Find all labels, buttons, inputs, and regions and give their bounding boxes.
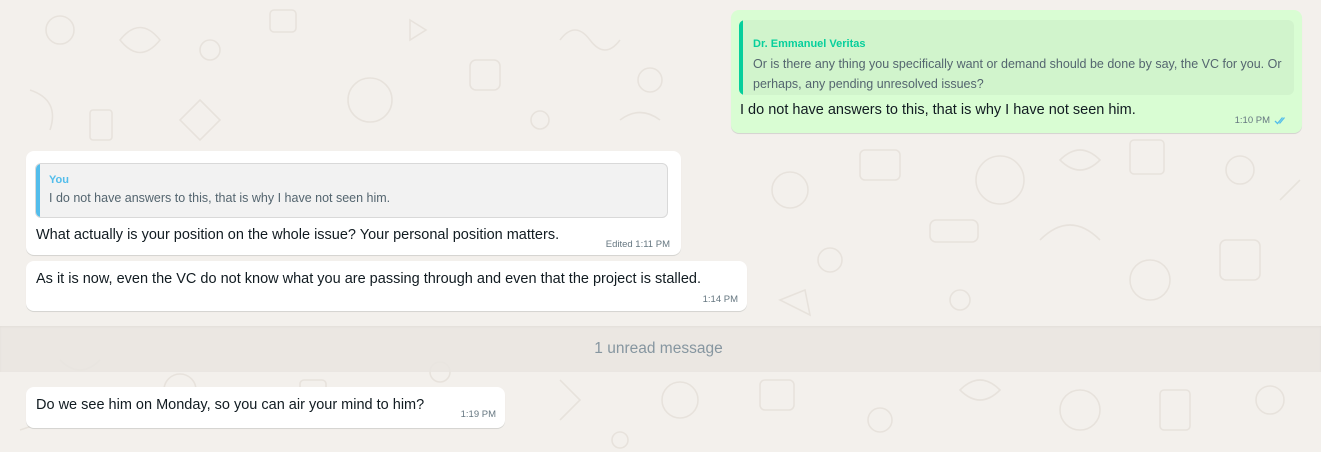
message-text: What actually is your position on the wh… <box>36 227 560 243</box>
quote-author: You <box>49 174 69 186</box>
message-text: I do not have answers to this, that is w… <box>740 102 1136 118</box>
message-incoming[interactable]: As it is now, even the VC do not know wh… <box>26 261 747 311</box>
unread-count-label: 1 unread message <box>594 340 723 357</box>
message-incoming[interactable]: Do we see him on Monday, so you can air … <box>26 387 505 428</box>
quote-text-line-2: perhaps, any pending unresolved issues? <box>753 77 984 91</box>
message-time: 1:14 PM <box>702 294 738 305</box>
message-time: 1:19 PM <box>460 409 496 420</box>
message-text: As it is now, even the VC do not know wh… <box>36 271 701 287</box>
message-outgoing[interactable]: Dr. Emmanuel Veritas Or is there any thi… <box>731 10 1302 133</box>
message-time: 1:10 PM <box>1234 115 1270 126</box>
quote-author: Dr. Emmanuel Veritas <box>753 38 866 50</box>
quote-text-line-1: Or is there any thing you specifically w… <box>753 57 1282 71</box>
message-meta: 1:14 PM <box>703 294 738 305</box>
quote-text: I do not have answers to this, that is w… <box>49 191 391 205</box>
quote-accent-bar <box>36 164 40 217</box>
message-meta: 1:10 PM <box>1235 115 1288 126</box>
double-check-icon <box>1274 116 1288 125</box>
message-meta: Edited 1:11 PM <box>606 239 670 250</box>
message-time: Edited 1:11 PM <box>605 239 670 250</box>
chat-pane[interactable]: Dr. Emmanuel Veritas Or is there any thi… <box>0 0 1321 452</box>
quoted-message[interactable]: You I do not have answers to this, that … <box>35 163 668 218</box>
message-incoming[interactable]: You I do not have answers to this, that … <box>26 151 681 255</box>
message-meta: 1:19 PM <box>461 409 496 420</box>
quoted-message[interactable]: Dr. Emmanuel Veritas Or is there any thi… <box>739 20 1294 95</box>
unread-messages-divider: 1 unread message <box>0 326 1321 372</box>
message-text: Do we see him on Monday, so you can air … <box>36 397 425 413</box>
quote-accent-bar <box>739 20 743 95</box>
